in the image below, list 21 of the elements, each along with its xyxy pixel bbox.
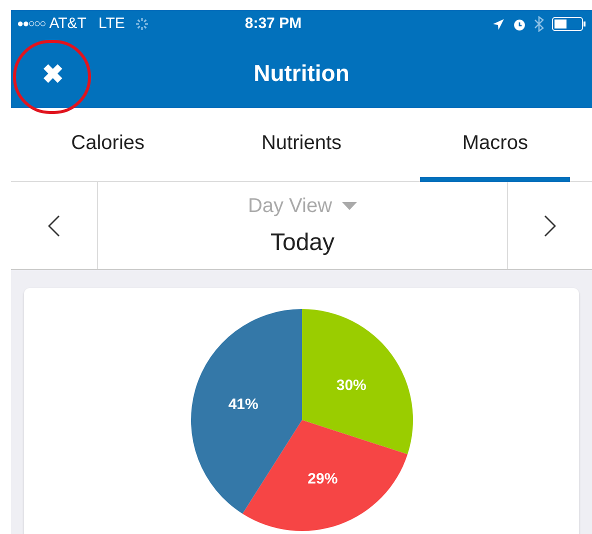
bluetooth-icon [534,16,544,32]
chevron-left-icon [48,214,60,236]
tab[interactable]: Calories [33,108,183,182]
chevron-right-icon [544,214,556,236]
alarm-clock-icon [513,18,526,30]
battery-icon [552,17,586,31]
signal-dots: ●●○○○ [17,16,46,32]
screen-title: Nutrition [254,58,350,88]
slice-label: 29% [307,470,338,488]
dropdown-caret-icon [342,202,358,210]
tab[interactable]: Nutrients [226,108,376,182]
activity-spinner-icon [134,17,149,31]
slice-label: 30% [336,377,366,394]
clock-time: 8:37 PM [244,14,302,34]
location-arrow-icon [492,18,505,30]
slice-label: 41% [228,396,258,413]
current-date: Today [270,228,335,258]
network-type: LTE [98,14,125,34]
close-button[interactable]: ✖ [36,57,70,91]
carrier-name: AT&T [49,14,86,34]
tab[interactable]: Macros [420,108,570,182]
